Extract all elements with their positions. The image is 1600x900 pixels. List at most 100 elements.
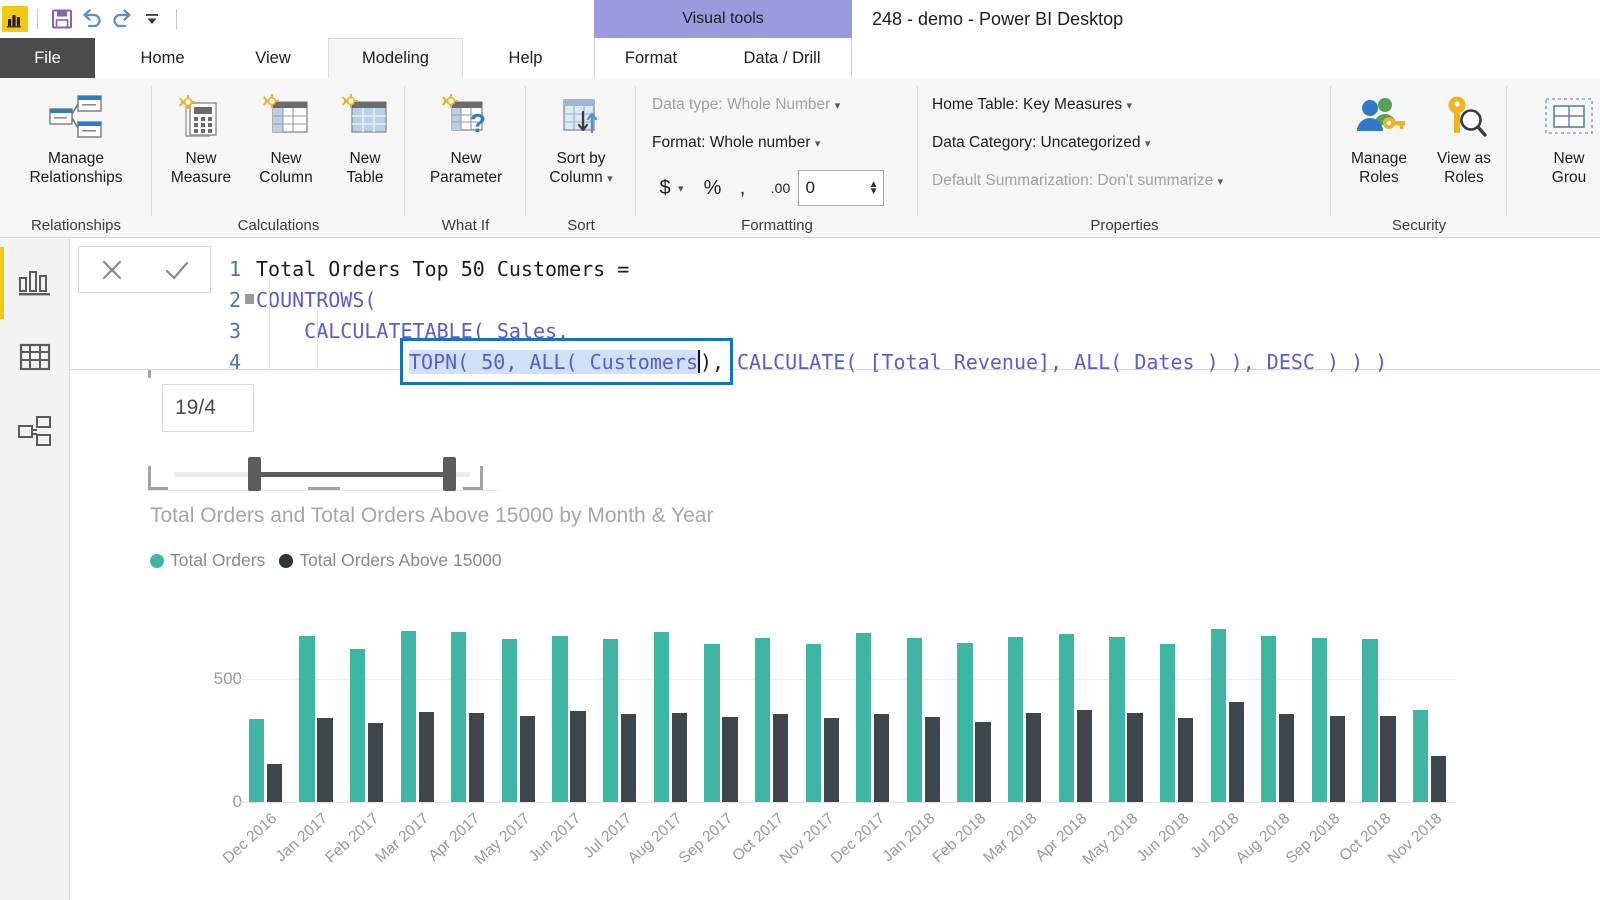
tab-help[interactable]: Help (478, 38, 573, 78)
tab-format[interactable]: Format (598, 38, 704, 78)
tab-file[interactable]: File (0, 38, 95, 78)
bar-a-10[interactable] (754, 637, 771, 802)
decimal-places-icon[interactable]: .00 (764, 171, 798, 205)
tab-home[interactable]: Home (110, 38, 215, 78)
manage-relationships-button[interactable]: Manage Relationships (12, 86, 140, 188)
bar-a-18[interactable] (1159, 644, 1176, 802)
bar-b-3[interactable] (418, 711, 434, 802)
home-table-dropdown[interactable]: Home Table: Key Measures ▾ (932, 96, 1132, 114)
view-as-roles-button[interactable]: View as Roles (1423, 86, 1505, 188)
bar-b-4[interactable] (469, 713, 485, 802)
bar-b-7[interactable] (621, 714, 637, 802)
bar-b-15[interactable] (1026, 713, 1042, 802)
bar-b-2[interactable] (367, 723, 384, 802)
dax-expression-highlight-box[interactable]: TOPN( 50, ALL( Customers), (400, 338, 734, 385)
bar-b-20[interactable] (1279, 714, 1295, 802)
dax-line-number-1: 1 (228, 256, 241, 281)
clustered-column-chart-visual[interactable]: Total Orders and Total Orders Above 1500… (150, 504, 1480, 868)
undo-icon[interactable] (77, 4, 107, 34)
bar-a-16[interactable] (1058, 634, 1074, 802)
view-as-roles-label: View as Roles (1437, 150, 1491, 186)
tab-view[interactable]: View (228, 38, 318, 78)
ribbon-group-what-if: ? New Parameter What If (405, 78, 526, 238)
bar-b-8[interactable] (671, 713, 687, 802)
save-icon[interactable] (47, 4, 77, 34)
sidebar-item-model-view[interactable] (0, 395, 70, 467)
bar-b-14[interactable] (975, 721, 991, 802)
new-group-button[interactable]: New Grou (1521, 86, 1600, 188)
new-table-button[interactable]: New Table (328, 86, 402, 188)
dax-highlight-after-text: ), (699, 349, 725, 374)
default-summarization-dropdown[interactable]: Default Summarization: Don't summarize ▾ (932, 172, 1223, 190)
bar-a-21[interactable] (1311, 637, 1328, 802)
percent-format-button[interactable]: % (698, 171, 728, 205)
bar-a-19[interactable] (1210, 629, 1226, 802)
bar-a-23[interactable] (1413, 709, 1429, 802)
bar-a-4[interactable] (451, 631, 467, 802)
data-category-dropdown[interactable]: Data Category: Uncategorized ▾ (932, 134, 1150, 152)
bar-a-20[interactable] (1261, 635, 1277, 802)
format-dropdown[interactable]: Format: Whole number ▾ (652, 134, 820, 152)
currency-format-button[interactable]: $ (652, 171, 678, 205)
slicer-slider-knob-left[interactable] (248, 457, 261, 491)
bar-a-2[interactable] (349, 649, 366, 802)
bar-b-19[interactable] (1228, 702, 1244, 802)
tab-modeling[interactable]: Modeling (328, 38, 463, 78)
bar-a-22[interactable] (1362, 639, 1378, 802)
sidebar-item-report-view[interactable] (0, 247, 70, 319)
manage-roles-button[interactable]: Manage Roles (1335, 86, 1423, 188)
bar-a-14[interactable] (957, 642, 973, 802)
bar-a-9[interactable] (704, 644, 720, 802)
decimal-places-stepper[interactable]: 0 ▲ ▼ (797, 170, 884, 206)
sidebar-item-data-view[interactable] (0, 321, 70, 393)
bar-a-5[interactable] (501, 639, 518, 802)
bar-b-9[interactable] (722, 716, 738, 802)
bar-b-1[interactable] (317, 718, 333, 802)
currency-chevron-down-icon[interactable]: ▾ (678, 182, 684, 195)
sort-by-column-button[interactable]: Sort by Column ▾ (531, 86, 631, 188)
bar-b-0[interactable] (266, 763, 282, 802)
new-measure-button[interactable]: New Measure (158, 86, 244, 188)
bar-a-17[interactable] (1109, 636, 1125, 802)
ribbon-group-groups-clipped: New Grou (1507, 78, 1600, 238)
bar-b-17[interactable] (1127, 713, 1143, 802)
slicer-slider-knob-right[interactable] (443, 457, 457, 491)
bar-b-16[interactable] (1076, 709, 1092, 802)
bar-b-13[interactable] (924, 716, 941, 802)
bar-b-11[interactable] (823, 718, 839, 802)
bar-a-12[interactable] (856, 633, 872, 802)
bar-a-0[interactable] (248, 719, 264, 802)
bar-a-6[interactable] (552, 635, 568, 802)
thousands-separator-button[interactable]: , (728, 171, 758, 205)
data-type-dropdown[interactable]: Data type: Whole Number ▾ (652, 96, 840, 114)
legend-item-total-orders-above-15000[interactable]: Total Orders Above 15000 (279, 550, 502, 571)
legend-item-total-orders[interactable]: Total Orders (150, 550, 265, 571)
redo-icon[interactable] (107, 4, 137, 34)
bar-a-11[interactable] (805, 644, 821, 802)
bar-b-22[interactable] (1380, 715, 1396, 802)
slicer-start-date-input[interactable]: 19/4 (162, 384, 254, 432)
bar-a-13[interactable] (906, 637, 923, 802)
new-column-button[interactable]: New Column (244, 86, 328, 188)
bar-b-21[interactable] (1329, 715, 1346, 802)
bar-a-15[interactable] (1008, 636, 1024, 802)
bar-a-3[interactable] (400, 630, 416, 802)
bar-b-23[interactable] (1431, 756, 1447, 802)
bar-a-7[interactable] (603, 639, 619, 802)
customize-quick-access-icon[interactable] (137, 4, 167, 34)
cancel-icon[interactable] (79, 247, 145, 292)
dax-line-text-1: Total Orders Top 50 Customers = (256, 256, 630, 281)
bar-b-12[interactable] (874, 714, 890, 802)
slicer-slider-track[interactable] (174, 457, 470, 491)
stepper-arrows[interactable]: ▲ ▼ (869, 180, 879, 197)
new-parameter-button[interactable]: ? New Parameter (413, 86, 519, 188)
bar-a-1[interactable] (299, 635, 315, 802)
bar-a-8[interactable] (653, 631, 669, 802)
tab-data-drill[interactable]: Data / Drill (712, 38, 852, 78)
bar-b-5[interactable] (519, 715, 536, 802)
bar-b-6[interactable] (570, 710, 586, 802)
bar-b-10[interactable] (772, 714, 789, 802)
commit-checkmark-icon[interactable] (145, 247, 211, 292)
bar-b-18[interactable] (1177, 718, 1194, 802)
dax-code-editor[interactable]: 1 Total Orders Top 50 Customers = 2 COUN… (211, 239, 1600, 385)
